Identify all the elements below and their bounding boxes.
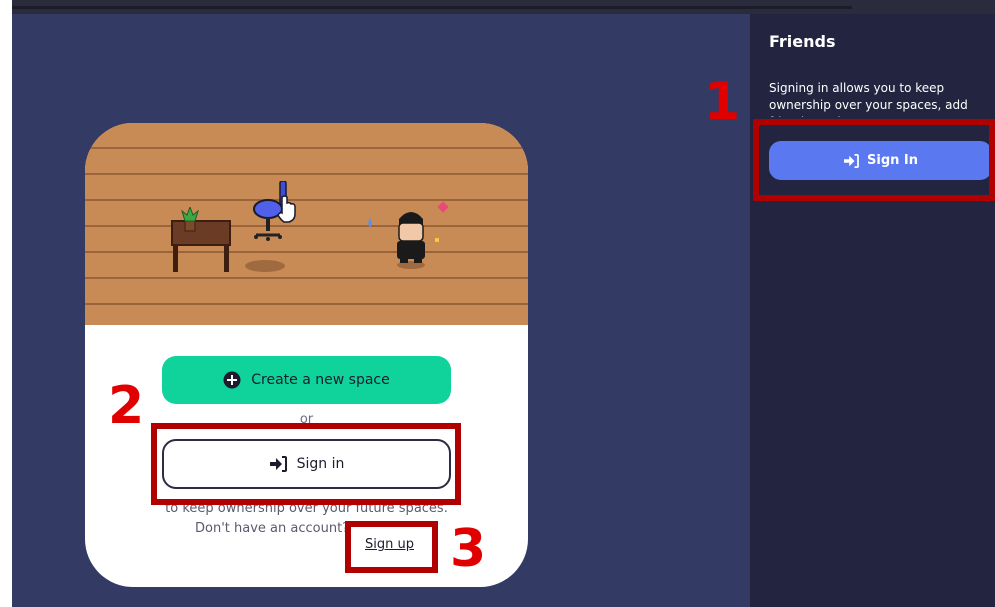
sign-in-icon — [844, 153, 859, 168]
sidebar-sign-in-label: Sign In — [867, 153, 918, 168]
window-top-bar — [12, 0, 995, 14]
annotation-number-2: 2 — [108, 376, 145, 436]
chair-shadow — [245, 260, 285, 272]
friends-sidebar: Friends Signing in allows you to keep ow… — [750, 14, 995, 607]
ownership-text: to keep ownership over your future space… — [165, 501, 448, 516]
office-floor-illustration — [85, 123, 528, 325]
sidebar-sign-in-button[interactable]: Sign In — [769, 141, 992, 180]
plant-icon — [181, 207, 199, 232]
no-account-text: Don't have an account? — [195, 521, 350, 536]
or-separator: or — [299, 412, 314, 427]
card-sign-in-button[interactable]: Sign in — [162, 439, 451, 489]
create-space-button[interactable]: Create a new space — [162, 356, 451, 404]
avatar-character-icon — [397, 212, 425, 269]
sparkle-icon — [368, 218, 372, 228]
sparkle-icon — [437, 201, 449, 213]
card-sign-in-label: Sign in — [296, 456, 345, 472]
sparkle-icon — [435, 238, 439, 242]
annotation-number-1: 1 — [704, 72, 741, 132]
welcome-card: Create a new space or Sign in to keep ow… — [85, 123, 528, 587]
create-space-label: Create a new space — [251, 372, 390, 388]
account-prompt: to keep ownership over your future space… — [105, 499, 508, 539]
sign-in-icon — [269, 456, 287, 472]
sidebar-title: Friends — [769, 32, 836, 51]
office-chair-icon — [253, 181, 296, 241]
sign-up-link[interactable]: Sign up — [365, 537, 414, 552]
plus-circle-icon — [223, 371, 241, 389]
sidebar-description: Signing in allows you to keep ownership … — [769, 81, 968, 117]
annotation-number-3: 3 — [450, 519, 487, 579]
